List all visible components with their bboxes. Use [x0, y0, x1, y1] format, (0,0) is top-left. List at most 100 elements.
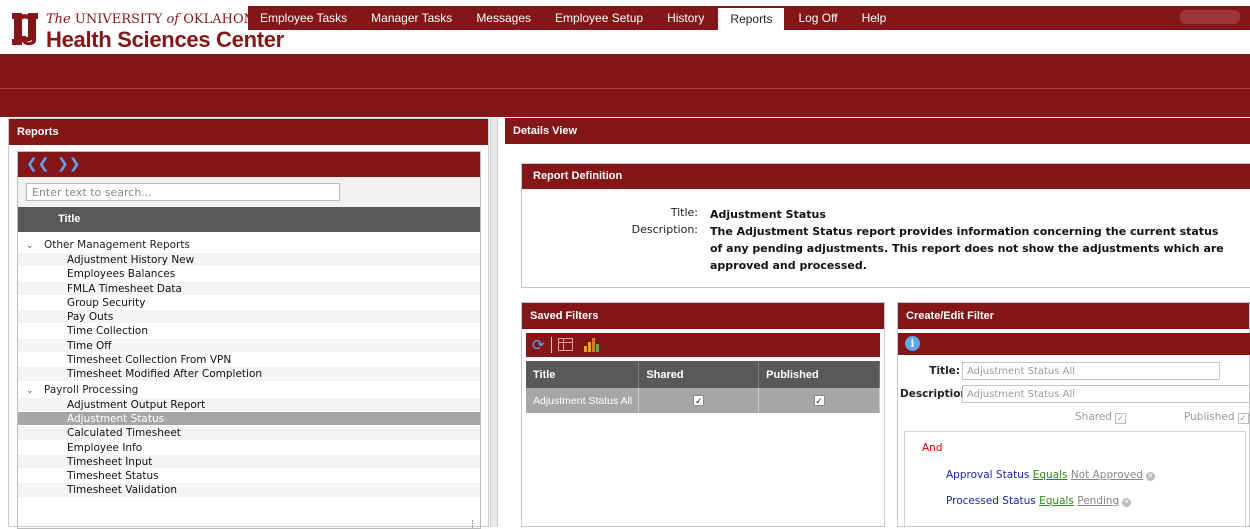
- col-published[interactable]: Published: [758, 361, 880, 388]
- expand-all-icon[interactable]: ❯❯: [57, 152, 80, 177]
- filter-shared-checkbox[interactable]: ✓: [1114, 413, 1126, 424]
- filter-title-label: Title:: [929, 365, 960, 377]
- table-row[interactable]: Adjustment Status All ✓ ✓: [526, 388, 880, 413]
- tree-group-items: Adjustment History New Employees Balances…: [18, 253, 480, 382]
- definition-description-label: Description:: [631, 223, 698, 236]
- grid-view-icon[interactable]: [558, 338, 573, 351]
- condition-field[interactable]: Approval Status: [946, 469, 1029, 481]
- condition-row: Approval Status Equals Not Approved ✕: [946, 469, 1155, 481]
- definition-description-line-2: of any pending adjustments. This report …: [710, 242, 1224, 255]
- filter-title-input[interactable]: [962, 362, 1220, 380]
- report-item[interactable]: Adjustment Status: [18, 411, 480, 427]
- nav-reports[interactable]: Reports: [718, 8, 785, 30]
- condition-value[interactable]: Pending: [1077, 495, 1119, 507]
- info-icon[interactable]: i: [905, 336, 920, 351]
- edit-filter-toolbar: i: [898, 333, 1250, 355]
- filter-published-label: Published: [1184, 411, 1235, 423]
- report-item[interactable]: Time Collection: [18, 324, 480, 339]
- nav-history[interactable]: History: [655, 6, 716, 30]
- report-item[interactable]: Timesheet Modified After Completion: [18, 367, 480, 382]
- subheader-band: [0, 89, 1250, 117]
- report-item[interactable]: Timesheet Status: [18, 469, 480, 484]
- report-item[interactable]: Employee Info: [18, 441, 480, 455]
- logo-hsc-text: Health Sciences Center: [46, 27, 284, 52]
- report-item[interactable]: Adjustment History New: [18, 253, 480, 268]
- saved-filters-table: Title Shared Published Adjustment Status…: [526, 361, 880, 413]
- definition-description-line-1: The Adjustment Status report provides in…: [710, 225, 1219, 238]
- report-search-input[interactable]: [26, 183, 340, 201]
- nav-help[interactable]: Help: [850, 6, 899, 30]
- nav-manager-tasks[interactable]: Manager Tasks: [359, 6, 464, 30]
- chevron-down-icon[interactable]: ⌄: [26, 384, 38, 398]
- filter-published-checkbox[interactable]: ✓: [1237, 413, 1249, 424]
- chart-view-icon[interactable]: [584, 338, 600, 352]
- report-item[interactable]: Timesheet Validation: [18, 483, 480, 498]
- tree-group-label: Payroll Processing: [44, 383, 139, 396]
- top-header: The UNIVERSITY of OKLAHOMA Health Scienc…: [0, 0, 1250, 54]
- logo-university: UNIVERSITY: [74, 12, 163, 27]
- filter-shared-label: Shared: [1075, 411, 1112, 423]
- panel-splitter[interactable]: [490, 118, 498, 527]
- filter-shared-toggle[interactable]: Shared ✓: [1075, 411, 1126, 424]
- logo-the: The: [46, 12, 71, 27]
- filter-published-toggle[interactable]: Published ✓: [1184, 411, 1249, 424]
- report-item[interactable]: Adjustment Output Report: [18, 397, 480, 412]
- report-item[interactable]: Pay Outs: [18, 310, 480, 325]
- definition-title-label: Title:: [670, 206, 698, 219]
- title-column-header[interactable]: Title: [18, 207, 480, 232]
- nav-employee-setup[interactable]: Employee Setup: [543, 6, 655, 30]
- report-definition-box: Report Definition Title: Adjustment Stat…: [521, 163, 1250, 288]
- report-item[interactable]: Time Off: [18, 338, 480, 354]
- ou-logo-icon: [12, 13, 38, 46]
- edit-filter-title: Create/Edit Filter: [898, 303, 1249, 329]
- report-item[interactable]: Timesheet Collection From VPN: [18, 353, 480, 368]
- remove-condition-icon[interactable]: ✕: [1145, 472, 1155, 481]
- report-item[interactable]: FMLA Timesheet Data: [18, 281, 480, 296]
- shared-checkbox[interactable]: ✓: [693, 394, 705, 406]
- search-row: [18, 177, 480, 207]
- edit-filter-box: Create/Edit Filter i Title: Description:…: [897, 302, 1250, 528]
- col-title[interactable]: Title: [526, 361, 640, 388]
- published-checkbox[interactable]: ✓: [813, 394, 825, 406]
- saved-filters-title: Saved Filters: [522, 303, 884, 329]
- reports-tree-container: ❮❮ ❯❯ Title ⌄ Other Management Reports Adj…: [17, 151, 481, 529]
- remove-condition-icon[interactable]: ✕: [1122, 498, 1132, 507]
- condition-row: Processed Status Equals Pending ✕: [946, 495, 1132, 507]
- nav-messages[interactable]: Messages: [464, 6, 543, 30]
- condition-value[interactable]: Not Approved: [1071, 469, 1143, 481]
- report-definition-title: Report Definition: [522, 164, 1250, 189]
- condition-operator[interactable]: Equals: [1033, 469, 1068, 481]
- tree-group-label: Other Management Reports: [44, 239, 190, 251]
- reports-toolbar: ❮❮ ❯❯: [18, 152, 480, 177]
- nav-menu: Employee Tasks Manager Tasks Messages Emplo…: [248, 6, 898, 30]
- tree-group[interactable]: ⌄ Payroll Processing: [18, 383, 480, 397]
- collapse-all-icon[interactable]: ❮❮: [26, 152, 49, 177]
- user-name-badge[interactable]: [1180, 10, 1240, 24]
- logo-of: of: [166, 12, 180, 27]
- condition-field[interactable]: Processed Status: [946, 495, 1036, 507]
- saved-filters-toolbar: ⟳: [526, 333, 880, 357]
- report-item[interactable]: Timesheet Input: [18, 454, 480, 470]
- report-item[interactable]: Group Security: [18, 296, 480, 311]
- tree-group[interactable]: ⌄ Other Management Reports: [18, 238, 480, 252]
- filter-title-cell[interactable]: Adjustment Status All: [526, 388, 640, 413]
- ouhsc-logo[interactable]: The UNIVERSITY of OKLAHOMA Health Scienc…: [8, 6, 284, 52]
- reports-panel: Reports ❮❮ ❯❯ Title ⌄ Other Management Re…: [8, 118, 489, 529]
- chevron-down-icon[interactable]: ⌄: [26, 239, 38, 253]
- details-panel: Details View Report Definition Title: Ad…: [505, 118, 1250, 528]
- condition-operator[interactable]: Equals: [1039, 495, 1074, 507]
- logo-university-text: The UNIVERSITY of OKLAHOMA: [46, 12, 266, 27]
- published-cell: ✓: [758, 388, 880, 413]
- definition-title-value: Adjustment Status: [710, 208, 826, 221]
- col-shared[interactable]: Shared: [638, 361, 760, 388]
- logic-operator[interactable]: And: [922, 442, 943, 454]
- shared-cell: ✓: [638, 388, 760, 413]
- report-item[interactable]: Calculated Timesheet: [18, 426, 480, 441]
- reports-panel-title: Reports: [9, 119, 488, 145]
- nav-employee-tasks[interactable]: Employee Tasks: [248, 6, 359, 30]
- refresh-icon[interactable]: ⟳: [532, 336, 545, 354]
- toolbar-divider: [551, 337, 552, 353]
- report-item[interactable]: Employees Balances: [18, 267, 480, 282]
- nav-log-off[interactable]: Log Off: [786, 6, 849, 30]
- filter-description-input[interactable]: [962, 385, 1250, 403]
